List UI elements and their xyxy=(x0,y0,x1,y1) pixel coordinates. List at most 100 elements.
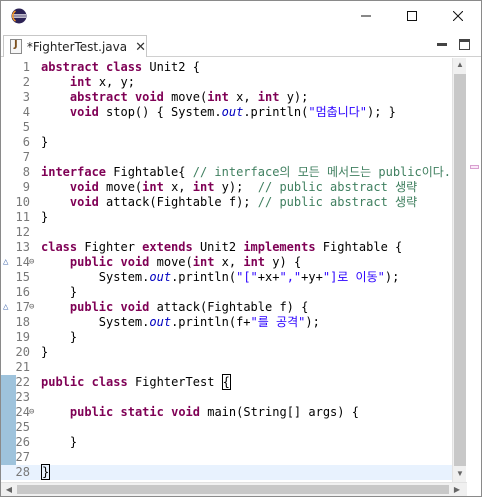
code-line[interactable]: 26 } xyxy=(1,435,452,450)
code-line[interactable]: 21 xyxy=(1,360,452,375)
line-number: 8 xyxy=(22,165,30,179)
code-token: implements xyxy=(243,240,316,254)
code-token: void xyxy=(69,105,99,119)
code-token: FighterTest xyxy=(127,375,222,389)
code-token: +x+ xyxy=(257,270,280,284)
code-token: out xyxy=(149,270,172,284)
close-window-button[interactable] xyxy=(435,1,481,31)
code-token: } xyxy=(41,464,51,480)
code-token: "를 공격" xyxy=(250,315,306,329)
code-line[interactable]: 4 void stop() { System.out.println("멈춥니다… xyxy=(1,105,452,120)
overview-ruler[interactable] xyxy=(467,58,481,482)
code-token: "[" xyxy=(236,270,258,284)
fold-toggle-icon[interactable]: ⊖ xyxy=(29,300,34,315)
code-line[interactable]: 24 ⊖ public static void main(String[] arg… xyxy=(1,405,452,420)
maximize-pane-icon[interactable] xyxy=(459,39,470,50)
code-token: System. xyxy=(41,315,150,329)
line-number: 26 xyxy=(15,435,30,449)
code-token: interface xyxy=(41,165,107,179)
minimize-pane-icon[interactable] xyxy=(437,41,447,49)
line-number: 24 xyxy=(15,405,30,419)
code-token: int xyxy=(192,255,215,269)
scroll-up-icon[interactable]: ▲ xyxy=(453,58,467,72)
code-token: stop() { System. xyxy=(98,105,222,119)
line-number: 7 xyxy=(22,150,30,164)
code-token: void xyxy=(69,195,99,209)
code-line[interactable]: 10 void attack(Fightable f); // public a… xyxy=(1,195,452,210)
override-marker-icon[interactable]: △ xyxy=(3,300,8,315)
code-token: } xyxy=(41,210,49,224)
code-token: y); xyxy=(214,180,258,194)
horizontal-scrollbar[interactable]: ◀ ▶ xyxy=(1,482,467,496)
tab-fightertest-java[interactable]: *FighterTest.java ✕ xyxy=(3,35,147,57)
code-line[interactable]: 20} xyxy=(1,345,452,360)
code-token: x, xyxy=(214,255,244,269)
override-marker-icon[interactable]: △ xyxy=(3,255,8,270)
code-line[interactable]: 27 xyxy=(1,450,452,465)
code-line[interactable]: 1 abstract class Unit2 { xyxy=(1,60,452,75)
code-line[interactable]: 9 void move(int x, int y); // public abs… xyxy=(1,180,452,195)
code-line[interactable]: 22 public class FighterTest { xyxy=(1,374,452,390)
line-number: 21 xyxy=(15,360,30,374)
code-editor[interactable]: 1 abstract class Unit2 {2 int x, y; 3 abst… xyxy=(1,58,481,482)
code-line[interactable]: 14 △ ⊖ public void move(int x, int y) { xyxy=(1,255,452,270)
scroll-right-icon[interactable]: ▶ xyxy=(451,483,463,497)
minimize-button[interactable] xyxy=(343,1,389,31)
editor-tab-bar: *FighterTest.java ✕ xyxy=(1,35,481,57)
code-line[interactable]: 19 } xyxy=(1,330,452,345)
code-line[interactable]: 5 xyxy=(1,120,452,135)
code-line[interactable]: 15 System.out.println("["+x+","+y+"]로 이동… xyxy=(1,270,452,285)
scroll-left-icon[interactable]: ◀ xyxy=(3,483,15,497)
line-number: 15 xyxy=(15,270,30,284)
code-line[interactable]: 13 class Fighter extends Unit2 implements… xyxy=(1,240,452,255)
maximize-button[interactable] xyxy=(389,1,435,31)
code-line[interactable]: 16 } xyxy=(1,285,452,300)
code-token: Fightable{ xyxy=(106,165,193,179)
code-token: class xyxy=(106,60,143,74)
minimize-icon xyxy=(361,15,371,17)
code-line[interactable]: 12 xyxy=(1,225,452,240)
line-number: 28 xyxy=(15,465,30,479)
code-line[interactable]: 17 △ ⊖ public void attack(Fightable f) { xyxy=(1,300,452,315)
code-line[interactable]: 7 xyxy=(1,150,452,165)
code-line[interactable]: 8 interface Fightable{ // interface의 모든 메… xyxy=(1,165,452,180)
code-token: int xyxy=(69,75,92,89)
line-number: 19 xyxy=(15,330,30,344)
code-token: int xyxy=(257,90,280,104)
code-line[interactable]: 2 int x, y; xyxy=(1,75,452,90)
code-line[interactable]: 11} xyxy=(1,210,452,225)
vertical-scroll-thumb[interactable] xyxy=(454,74,466,466)
code-text: public void move(int x, int y) { xyxy=(41,255,301,270)
overview-marker[interactable] xyxy=(470,165,479,169)
code-line[interactable]: 28} xyxy=(1,464,452,480)
code-text: void move(int x, int y); // public abstr… xyxy=(41,180,417,195)
code-token: static xyxy=(120,405,164,419)
vertical-scrollbar[interactable]: ▲ ▼ xyxy=(452,58,466,482)
code-token: ); xyxy=(305,315,320,329)
code-line[interactable]: 25 xyxy=(1,420,452,435)
code-token: main(String[] args) { xyxy=(200,405,359,419)
code-token: class xyxy=(91,375,128,389)
code-line[interactable]: 6} xyxy=(1,135,452,150)
code-text: public void attack(Fightable f) { xyxy=(41,300,308,315)
code-token: void xyxy=(134,90,164,104)
line-number: 11 xyxy=(15,210,30,224)
fold-toggle-icon[interactable]: ⊖ xyxy=(29,405,34,420)
code-text: } xyxy=(41,135,48,150)
fold-toggle-icon[interactable]: ⊖ xyxy=(29,255,34,270)
code-token: class xyxy=(41,240,78,254)
code-token: Fighter xyxy=(77,240,143,254)
code-line[interactable]: 18 System.out.println(f+"를 공격"); xyxy=(1,315,452,330)
tab-label: *FighterTest.java xyxy=(26,39,128,54)
code-line[interactable]: 23 xyxy=(1,390,452,405)
scroll-down-icon[interactable]: ▼ xyxy=(453,467,467,481)
eclipse-window: *FighterTest.java ✕ 1 abstract class Unit… xyxy=(0,0,482,497)
line-number: 23 xyxy=(15,390,30,404)
code-token: x, xyxy=(228,90,258,104)
code-token: public xyxy=(69,405,114,419)
code-line[interactable]: 3 abstract void move(int x, int y); xyxy=(1,90,452,105)
tab-close-icon[interactable]: ✕ xyxy=(135,39,146,55)
horizontal-scroll-thumb[interactable] xyxy=(17,485,449,494)
